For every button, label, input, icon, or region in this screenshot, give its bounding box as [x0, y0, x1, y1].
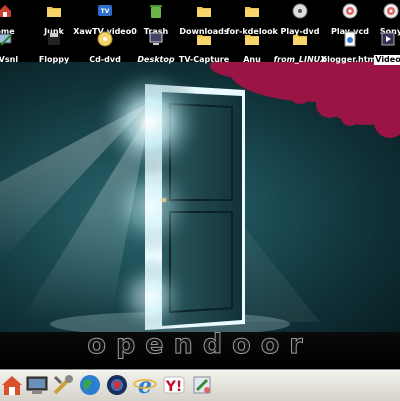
- yahoo-icon[interactable]: Y!: [162, 373, 186, 397]
- desktop-icon-label: Video: [374, 55, 400, 65]
- desktop-icon: [149, 32, 163, 45]
- svg-text:Y!: Y!: [165, 379, 183, 395]
- home-icon[interactable]: [0, 373, 24, 397]
- folder-icon: [293, 35, 307, 45]
- taskbar: e Y!: [0, 370, 400, 401]
- trash-icon: [150, 5, 162, 18]
- cdrom-icon: [97, 31, 113, 47]
- internet-explorer-icon[interactable]: e: [133, 373, 157, 397]
- desktop-icon-label: t/Vsnl: [0, 55, 19, 64]
- network-icon: [0, 33, 12, 46]
- desktop-icon-video[interactable]: Video: [353, 31, 400, 66]
- desktop-icon-label: Floppy: [38, 55, 70, 64]
- folder-icon: [197, 7, 211, 17]
- globe-icon[interactable]: [78, 373, 102, 397]
- svg-text:e: e: [138, 373, 152, 397]
- dvd-icon: [292, 3, 308, 19]
- mozilla-icon[interactable]: [105, 373, 129, 397]
- video-file-icon: [381, 32, 395, 46]
- tv-icon: TV: [98, 5, 112, 16]
- wallpaper-scene: [0, 62, 400, 332]
- door-wallpaper-art: [0, 62, 400, 332]
- computer-icon[interactable]: [25, 373, 49, 397]
- folder-icon: [245, 35, 259, 45]
- desktop-icon-label: Anu: [243, 55, 261, 64]
- folder-icon: [47, 7, 61, 17]
- wallpaper-brand-text: opendoor: [87, 329, 313, 361]
- tools-icon[interactable]: [51, 373, 75, 397]
- settings-icon[interactable]: [190, 373, 214, 397]
- folder-icon: [245, 7, 259, 17]
- svg-text:TV: TV: [101, 8, 110, 15]
- home-folder-icon: [0, 5, 11, 17]
- cd-icon: [383, 3, 399, 19]
- desktop-icon-label: Cd-dvd: [89, 55, 121, 64]
- folder-icon: [197, 35, 211, 45]
- desktop: opendoor ome Junk TV XawTV video0 Trash …: [0, 0, 400, 370]
- floppy-icon: [48, 33, 60, 45]
